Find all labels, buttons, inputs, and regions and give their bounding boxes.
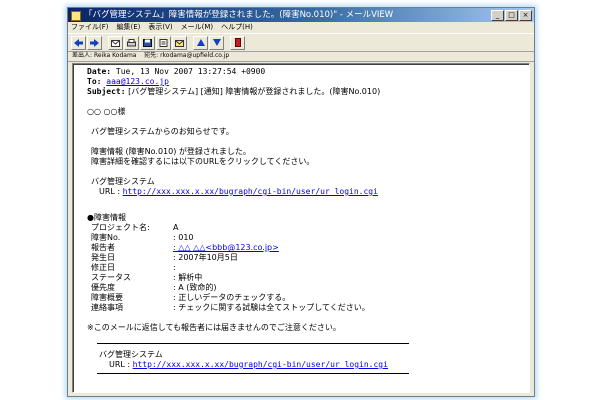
title-bar[interactable]: 「バグ管理システム」障害情報が登録されました。(障害No.010)" - メール… xyxy=(68,8,534,22)
field-label: ステータス xyxy=(91,273,131,282)
reply-button[interactable] xyxy=(108,35,123,50)
window-title: 「バグ管理システム」障害情報が登録されました。(障害No.010)" - メール… xyxy=(84,10,394,20)
greeting: ○○ ○○様 xyxy=(87,107,126,116)
to-header-label: To: xyxy=(87,77,102,86)
footer-system-name: バグ管理システム xyxy=(99,350,163,359)
system-url-label: URL : xyxy=(99,187,121,196)
forward-button[interactable] xyxy=(172,35,187,50)
field-value: : xyxy=(173,263,176,272)
system-name: バグ管理システム xyxy=(91,177,155,186)
field-value: A xyxy=(173,223,179,232)
field-value: : 解析中 xyxy=(173,273,203,282)
minimize-button[interactable]: _ xyxy=(491,10,504,21)
field-label: 優先度 xyxy=(91,283,115,292)
message-pane[interactable]: Date: Tue, 13 Nov 2007 13:27:54 +0900 To… xyxy=(72,63,530,393)
field-label: プロジェクト名: xyxy=(91,223,150,232)
system-url-row: URL : http://xxx.xxx.x.xx/bugraph/cgi-bi… xyxy=(87,187,523,197)
next-mail-button[interactable] xyxy=(87,35,102,50)
field-value: : 正しいデータのチェックする。 xyxy=(173,293,291,302)
reporter-email-link[interactable]: : △△ △△<bbb@123.co.jp> xyxy=(173,243,279,253)
triangle-up-icon xyxy=(196,39,205,46)
signature-divider-bottom xyxy=(97,373,409,374)
prev-mail-button[interactable] xyxy=(71,35,86,50)
print-button[interactable] xyxy=(124,35,139,50)
field-label: 修正日 xyxy=(91,263,115,272)
date-value: Tue, 13 Nov 2007 13:27:54 +0900 xyxy=(115,67,266,76)
field-label: 障害No. xyxy=(91,233,121,242)
to-label: 宛先: xyxy=(144,52,159,59)
toolbar xyxy=(68,33,534,52)
date-header: Date: Tue, 13 Nov 2007 13:27:54 +0900 xyxy=(87,67,523,77)
field-row: 報告者 : △△ △△<bbb@123.co.jp> xyxy=(87,243,523,253)
caution-text: ※このメールに返信しても報告者には届きませんのでご注意ください。 xyxy=(87,323,341,332)
notice-line-1: 障害情報 (障害No.010) が登録されました。 xyxy=(91,147,251,156)
section-title: ●障害情報 xyxy=(87,213,126,222)
footer-url-row: URL : http://xxx.xxx.x.xx/bugraph/cgi-bi… xyxy=(87,360,523,370)
menu-bar: ファイル(F) 編集(E) 表示(V) メール(M) ヘルプ(H) xyxy=(68,22,534,33)
field-label: 連絡事項 xyxy=(91,303,123,312)
field-value: : 2007年10月5日 xyxy=(173,253,238,262)
field-row: 優先度 : A (致命的) xyxy=(87,283,523,293)
close-button[interactable]: × xyxy=(519,10,532,21)
subject-label: Subject: xyxy=(87,87,126,96)
mail-view-window: 「バグ管理システム」障害情報が登録されました。(障害No.010)" - メール… xyxy=(67,7,535,397)
field-value: : A (致命的) xyxy=(173,283,217,292)
field-label: 発生日 xyxy=(91,253,115,262)
to-email-link[interactable]: aaa@123.co.jp xyxy=(106,77,169,86)
maximize-button[interactable]: □ xyxy=(505,10,518,21)
field-label: 報告者 xyxy=(91,243,115,252)
field-row: 障害No. : 010 xyxy=(87,233,523,243)
field-label: 障害概要 xyxy=(91,293,123,302)
print-icon xyxy=(127,38,136,46)
scroll-up-button[interactable] xyxy=(193,35,208,50)
field-row: 障害概要 : 正しいデータのチェックする。 xyxy=(87,293,523,303)
save-icon xyxy=(143,38,152,47)
subject-value: [バグ管理システム] [通知] 障害情報が登録されました。(障害No.010) xyxy=(128,87,381,96)
system-url-link[interactable]: http://xxx.xxx.x.xx/bugraph/cgi-bin/user… xyxy=(123,187,378,196)
from-value: Reika Kodama xyxy=(93,52,137,59)
field-value: : チェックに関する試験は全てストップしてください。 xyxy=(173,303,370,312)
reply-icon xyxy=(111,39,120,47)
menu-help[interactable]: ヘルプ(H) xyxy=(221,22,253,33)
attachment-button[interactable] xyxy=(156,35,171,50)
date-label: Date: xyxy=(87,67,112,76)
field-row: ステータス : 解析中 xyxy=(87,273,523,283)
intro-text: バグ管理システムからのお知らせです。 xyxy=(91,127,234,136)
delete-icon xyxy=(234,38,241,47)
field-value: : 010 xyxy=(173,233,194,242)
menu-file[interactable]: ファイル(F) xyxy=(71,22,109,33)
save-button[interactable] xyxy=(140,35,155,50)
forward-icon xyxy=(175,39,184,47)
triangle-down-icon xyxy=(212,39,221,46)
arrow-right-icon xyxy=(90,38,99,47)
delete-button[interactable] xyxy=(230,35,245,50)
message-body: Date: Tue, 13 Nov 2007 13:27:54 +0900 To… xyxy=(87,67,523,374)
from-label: 差出人: xyxy=(72,52,93,59)
to-value: rkodama@upfield.co.jp xyxy=(160,52,230,59)
window-controls: _ □ × xyxy=(491,10,532,21)
scroll-down-button[interactable] xyxy=(209,35,224,50)
notice-line-2: 障害詳細を確認するには以下のURLをクリックしてください。 xyxy=(91,157,315,166)
footer-url-label: URL : xyxy=(109,360,131,369)
attachment-icon xyxy=(159,38,168,47)
mail-app-icon xyxy=(71,11,81,21)
footer-url-link[interactable]: http://xxx.xxx.x.xx/bugraph/cgi-bin/user… xyxy=(133,360,388,369)
arrow-left-icon xyxy=(74,38,83,47)
to-header: To: aaa@123.co.jp xyxy=(87,77,523,87)
menu-mail[interactable]: メール(M) xyxy=(181,22,214,33)
menu-edit[interactable]: 編集(E) xyxy=(117,22,141,33)
menu-view[interactable]: 表示(V) xyxy=(148,22,172,33)
field-row: 連絡事項 : チェックに関する試験は全てストップしてください。 xyxy=(87,303,523,313)
field-row: 発生日 : 2007年10月5日 xyxy=(87,253,523,263)
field-row: 修正日 : xyxy=(87,263,523,273)
field-row: プロジェクト名: A xyxy=(87,223,523,233)
subject-header: Subject: [バグ管理システム] [通知] 障害情報が登録されました。(障… xyxy=(87,87,523,97)
address-bar: 差出人: Reika Kodama 宛先: rkodama@upfield.co… xyxy=(68,51,534,62)
